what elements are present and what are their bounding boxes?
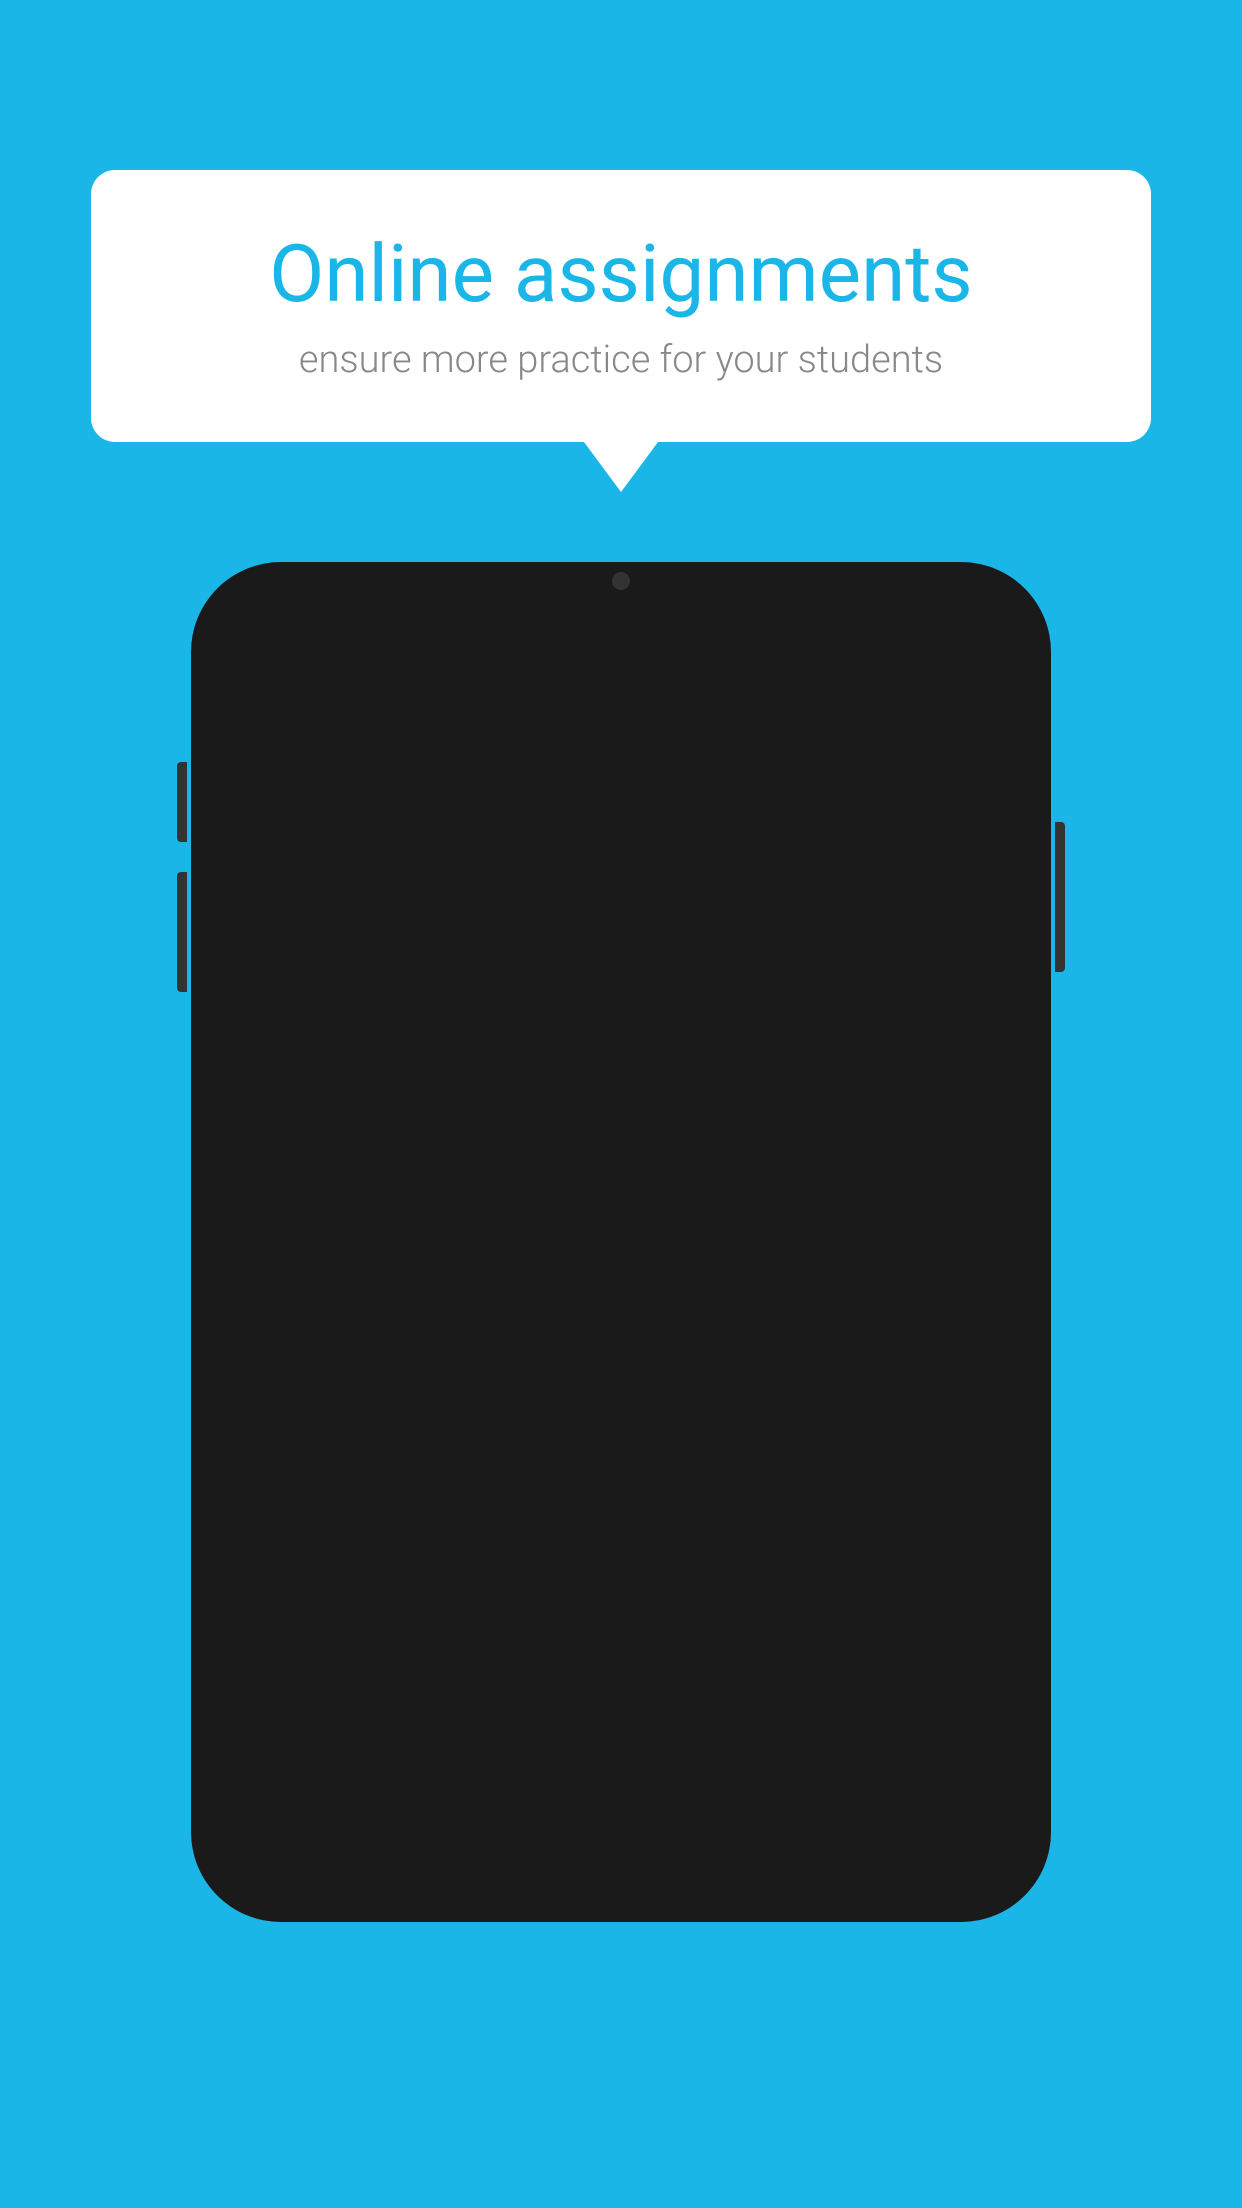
bubble-subtitle: ensure more practice for your students [161,338,1081,382]
tab-announcements[interactable]: ANNOUNCEM [826,748,1031,816]
info-section: You can add assignment(s) from here and … [211,912,1031,1131]
phone-screen: 14:29 ▾ ▴ ▮ ← Physics Batch 12 Owner ⚙ I… [211,582,1031,1902]
submitted-badge: 0/6 Submitted [863,1211,1003,1236]
header-center: Physics Batch 12 Owner [492,658,755,726]
settings-button[interactable]: ⚙ [971,672,1001,712]
tab-students[interactable]: STUDENTS [416,748,621,816]
add-assignment-button[interactable]: Add Assignment [429,1034,1007,1101]
month-separator-jun: JUN 2019 [211,1343,1031,1399]
search-bar[interactable]: 🔍 Search [235,833,1007,896]
app-header: ← Physics Batch 12 Owner ⚙ [211,640,1031,748]
status-time: 14:29 [247,600,313,630]
clock-icon: 🕐 [239,1292,266,1317]
battery-icon: ▮ [983,603,995,628]
power-button [1055,822,1065,972]
assignment-item-optics[interactable]: Optics 0/6 Submitted by Anurag [211,1399,1031,1520]
tabs-bar: IEW STUDENTS ASSIGNMENTS ANNOUNCEM [211,748,1031,817]
tab-assignments[interactable]: ASSIGNMENTS [621,748,826,816]
assignment-time: 🕐 10:45 AM [239,1291,372,1318]
assignment-meta: 🕐 10:45 AM 📅 Jul 07, 2019 [239,1291,1003,1318]
speech-bubble-card: Online assignments ensure more practice … [91,170,1151,442]
submitted-badge-optics: 0/6 Submitted [863,1423,1003,1448]
assignment-item-gravitation[interactable]: Gravitation 0/6 Submitted by Anurag 🕐 10… [211,1187,1031,1343]
wifi-icon: ▾ [941,603,952,628]
search-icon: 🔍 [256,848,291,881]
search-container: 🔍 Search [211,817,1031,912]
assignment-name-optics: Optics [239,1423,331,1461]
info-description: You can add assignment(s) from here and … [429,941,1007,1016]
search-placeholder: Search [305,850,385,880]
tab-iew[interactable]: IEW [211,748,416,816]
phone-device: 14:29 ▾ ▴ ▮ ← Physics Batch 12 Owner ⚙ I… [191,562,1051,1922]
month-separator-jul: JUL 2019 [211,1131,1031,1187]
notebook-icon [275,976,365,1066]
calendar-icon: 📅 [396,1292,423,1317]
batch-title: Physics Batch 12 [492,658,755,698]
batch-owner-label: Owner [492,698,755,726]
assignment-by-optics: by Anurag [239,1467,1003,1495]
info-text-block: You can add assignment(s) from here and … [429,941,1007,1101]
status-bar: 14:29 ▾ ▴ ▮ [211,582,1031,640]
volume-up-button [177,762,187,842]
status-icons: ▾ ▴ ▮ [941,603,995,628]
signal-icon: ▴ [962,603,973,628]
assignment-by: by Anurag [239,1255,1003,1283]
volume-down-button [177,872,187,992]
notebook-icon-circle [235,936,405,1106]
assignment-name: Gravitation [239,1211,396,1249]
assignment-date: 📅 Jul 07, 2019 [396,1291,556,1318]
bubble-title: Online assignments [161,230,1081,318]
back-button[interactable]: ← [241,671,277,713]
